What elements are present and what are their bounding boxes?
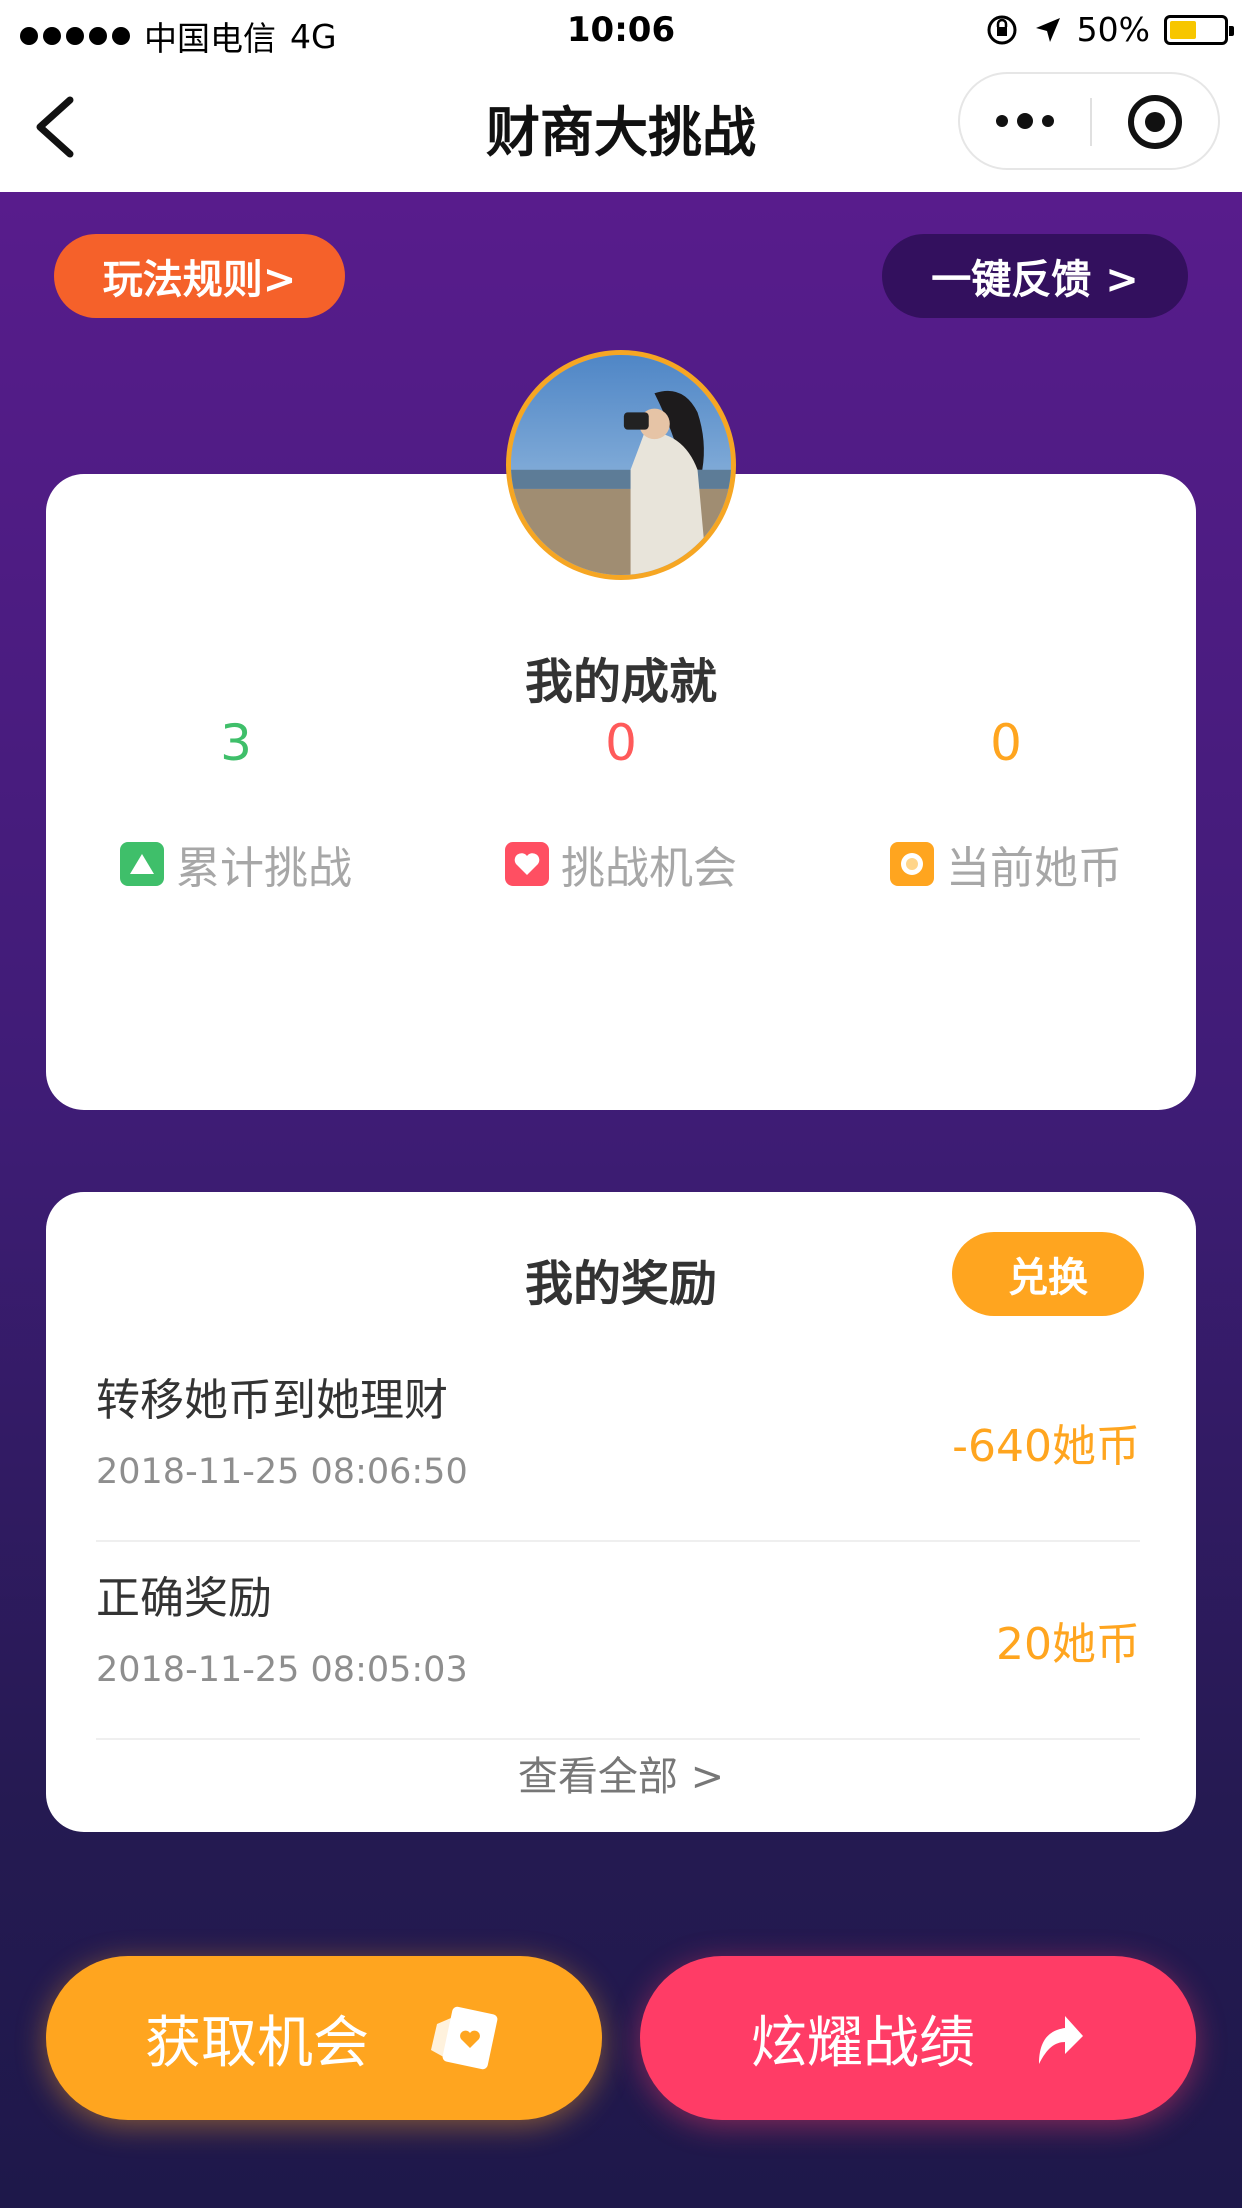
more-button[interactable] (960, 74, 1090, 168)
avatar-photo (511, 355, 731, 575)
stat-label-row: 当前她币 (816, 832, 1196, 896)
status-bar: 中国电信 4G 10:06 50% (0, 0, 1242, 62)
stat-current-coins: 0 当前她币 (816, 714, 1196, 896)
exchange-button[interactable]: 兑换 (952, 1232, 1144, 1316)
main-content: 玩法规则> 一键反馈 > 我的成就 3 累计挑战 0 挑战机会 0 当前她币 我… (0, 192, 1242, 2208)
triangle-icon (120, 842, 164, 886)
reward-row[interactable]: 转移她币到她理财 2018-11-25 08:06:50 -640她币 (96, 1344, 1140, 1542)
stat-label: 累计挑战 (176, 843, 352, 894)
capsule-divider (1090, 98, 1092, 146)
stat-label: 挑战机会 (561, 843, 737, 894)
feedback-button[interactable]: 一键反馈 > (882, 234, 1188, 318)
share-arrow-icon (1039, 2016, 1083, 2064)
rotation-lock-icon (987, 15, 1017, 44)
reward-name: 正确奖励 (96, 1573, 272, 1624)
miniprogram-capsule (958, 72, 1220, 170)
close-target-button[interactable] (1128, 95, 1182, 149)
stat-label-row: 累计挑战 (46, 832, 426, 896)
stat-label: 当前她币 (946, 843, 1122, 894)
stat-label-row: 挑战机会 (431, 832, 811, 896)
rewards-card: 我的奖励 兑换 转移她币到她理财 2018-11-25 08:06:50 -64… (46, 1192, 1196, 1832)
reward-amount: 20她币 (996, 1619, 1140, 1670)
reward-name: 转移她币到她理财 (96, 1375, 448, 1426)
get-chance-label: 获取机会 (145, 2010, 369, 2076)
reward-date: 2018-11-25 08:05:03 (96, 1650, 468, 1690)
show-record-label: 炫耀战绩 (751, 2010, 975, 2076)
coin-icon (890, 842, 934, 886)
reward-date: 2018-11-25 08:06:50 (96, 1452, 468, 1492)
heart-icon (505, 842, 549, 886)
view-all-link[interactable]: 查看全部 > (46, 1744, 1196, 1802)
location-icon (1035, 17, 1060, 42)
rules-button[interactable]: 玩法规则> (54, 234, 345, 318)
avatar[interactable] (506, 350, 736, 580)
reward-amount: -640她币 (952, 1421, 1140, 1472)
stat-challenge-chances: 0 挑战机会 (431, 714, 811, 896)
achievements-title: 我的成就 (524, 654, 717, 710)
stat-total-challenges: 3 累计挑战 (46, 714, 426, 896)
stat-value: 3 (220, 714, 252, 772)
stat-value: 0 (605, 714, 637, 772)
get-chance-button[interactable]: 获取机会 (46, 1956, 602, 2120)
battery-icon (1164, 14, 1234, 45)
status-right: 50% (985, 10, 1234, 49)
battery-percent: 50% (1076, 10, 1150, 49)
stat-value: 0 (990, 714, 1022, 772)
cards-icon (431, 2006, 498, 2070)
show-record-button[interactable]: 炫耀战绩 (640, 1956, 1196, 2120)
reward-row[interactable]: 正确奖励 2018-11-25 08:05:03 20她币 (96, 1542, 1140, 1740)
nav-bar: 财商大挑战 (0, 62, 1242, 192)
